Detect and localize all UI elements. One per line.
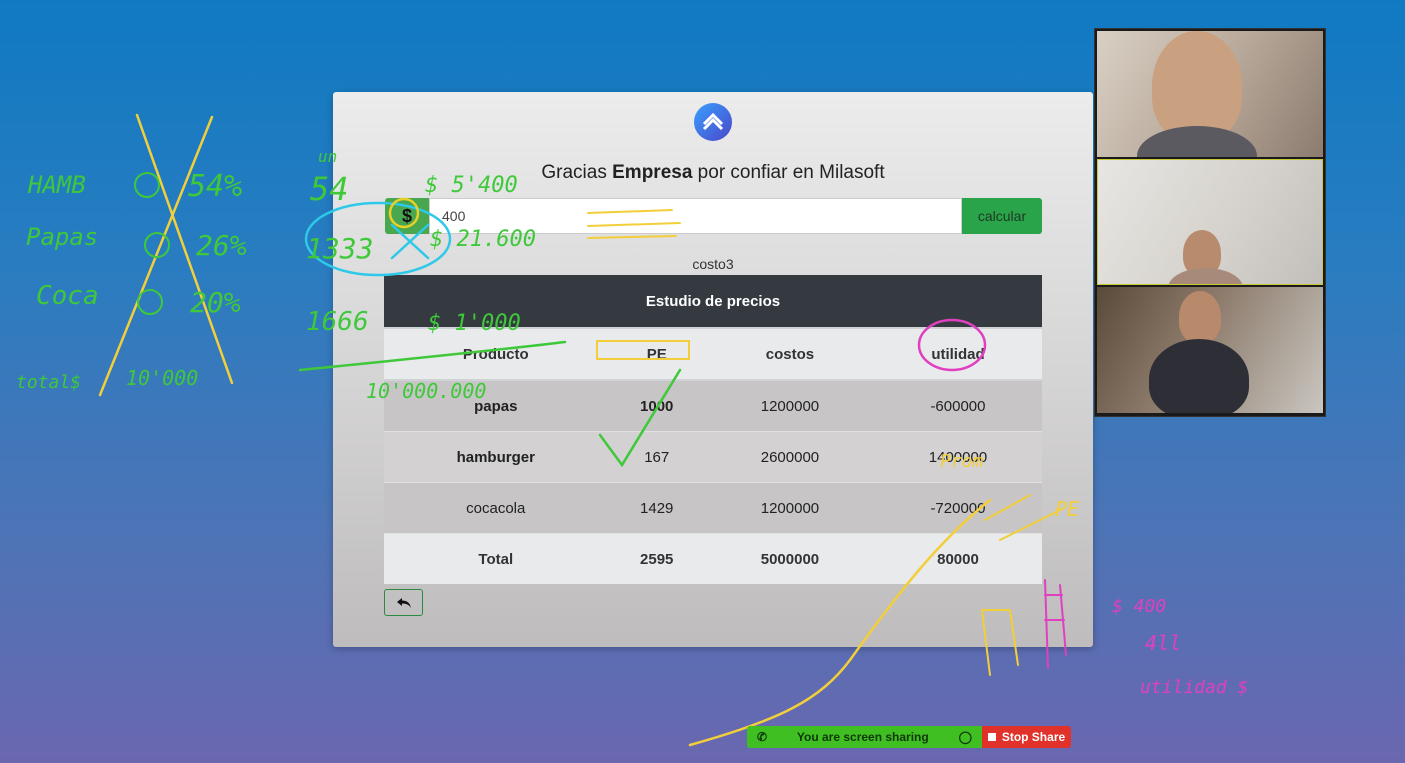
cost-label: costo3 bbox=[692, 256, 734, 272]
participant-shirt bbox=[1137, 126, 1257, 157]
results-card: Gracias Empresa por confiar en Milasoft … bbox=[333, 92, 1093, 647]
column-header: utilidad bbox=[873, 327, 1042, 381]
cell-product: papas bbox=[384, 380, 608, 432]
annot-total: total$ bbox=[16, 372, 81, 393]
cell-costos: 2600000 bbox=[705, 431, 874, 483]
cell-pe: 167 bbox=[607, 431, 706, 483]
annot-coca: Coca bbox=[36, 281, 99, 311]
table-row: papas 1000 1200000 -600000 bbox=[384, 380, 1042, 432]
column-header: Producto bbox=[384, 327, 608, 381]
annot-papas: Papas bbox=[26, 223, 98, 251]
video-gallery bbox=[1094, 28, 1326, 417]
cell-pe: 1429 bbox=[607, 482, 706, 534]
cell-total-pe: 2595 bbox=[607, 533, 706, 584]
screen-share-bar: ✆ You are screen sharing ◯ Stop Share bbox=[747, 726, 1071, 748]
green-circle bbox=[137, 289, 163, 315]
stop-share-button[interactable]: Stop Share bbox=[982, 726, 1071, 748]
shield-icon: ◯ bbox=[958, 730, 972, 744]
column-header: PE bbox=[607, 327, 706, 381]
participant-face bbox=[1179, 291, 1221, 343]
cell-utilidad: 1400000 bbox=[873, 431, 1042, 483]
annot-10000: 10'000 bbox=[126, 366, 198, 390]
green-circle bbox=[144, 232, 170, 258]
cell-total-utilidad: 80000 bbox=[873, 533, 1042, 584]
table-total-row: Total 2595 5000000 80000 bbox=[384, 533, 1042, 584]
milasoft-logo bbox=[694, 103, 732, 141]
yellow-cross-line bbox=[98, 115, 214, 397]
yellow-cross-line bbox=[135, 113, 234, 385]
price-study-table: Estudio de precios Producto PE costos ut… bbox=[384, 275, 1042, 584]
cell-costos: 1200000 bbox=[705, 380, 874, 432]
annot-20pct: 20% bbox=[190, 286, 241, 319]
cell-total-costos: 5000000 bbox=[705, 533, 874, 584]
table-header-row: Producto PE costos utilidad bbox=[384, 327, 1042, 381]
cell-product: hamburger bbox=[384, 431, 608, 483]
stop-share-label: Stop Share bbox=[1001, 730, 1066, 744]
share-status: ✆ You are screen sharing ◯ bbox=[747, 726, 982, 748]
green-circle bbox=[134, 172, 160, 198]
page-title: Gracias Empresa por confiar en Milasoft bbox=[333, 162, 1093, 184]
participant-face bbox=[1152, 31, 1242, 141]
back-button[interactable] bbox=[384, 589, 423, 616]
headline-company: Empresa bbox=[612, 162, 693, 183]
participant-shirt bbox=[1149, 339, 1249, 413]
reply-arrow-icon bbox=[396, 597, 411, 608]
share-status-text: You are screen sharing bbox=[796, 730, 929, 744]
table-row: cocacola 1429 1200000 -720000 bbox=[384, 482, 1042, 534]
stop-icon bbox=[987, 733, 996, 741]
video-tile-participant-3[interactable] bbox=[1097, 287, 1323, 413]
video-tile-participant-1[interactable] bbox=[1097, 31, 1323, 157]
video-tile-participant-2[interactable] bbox=[1097, 159, 1323, 285]
column-header: costos bbox=[705, 327, 874, 381]
calculate-button[interactable]: calcular bbox=[962, 198, 1042, 234]
dollar-addon: $ bbox=[385, 198, 429, 234]
table-row: hamburger 167 2600000 1400000 bbox=[384, 431, 1042, 483]
annot-400: $ 400 bbox=[1112, 596, 1166, 617]
annot-26pct: 26% bbox=[196, 229, 247, 262]
cell-costos: 1200000 bbox=[705, 482, 874, 534]
annot-4ll: 4ll bbox=[1145, 631, 1181, 655]
annot-utilidad: utilidad $ bbox=[1140, 677, 1248, 698]
amount-input[interactable]: 400 bbox=[429, 198, 962, 234]
amount-input-group: $ 400 calcular bbox=[385, 198, 1042, 234]
cell-utilidad: -600000 bbox=[873, 380, 1042, 432]
cell-pe: 1000 bbox=[607, 380, 706, 432]
annot-hamb: HAMB bbox=[27, 171, 86, 199]
headline-text: Gracias bbox=[541, 162, 613, 183]
table-caption: Estudio de precios bbox=[384, 275, 1042, 328]
cell-utilidad: -720000 bbox=[873, 482, 1042, 534]
annot-54pct: 54% bbox=[188, 169, 242, 204]
participant-shirt bbox=[1168, 268, 1243, 284]
cell-product: cocacola bbox=[384, 482, 608, 534]
phone-icon: ✆ bbox=[757, 730, 768, 744]
cell-total-label: Total bbox=[384, 533, 608, 584]
headline-text-end: por confiar en Milasoft bbox=[692, 162, 885, 183]
